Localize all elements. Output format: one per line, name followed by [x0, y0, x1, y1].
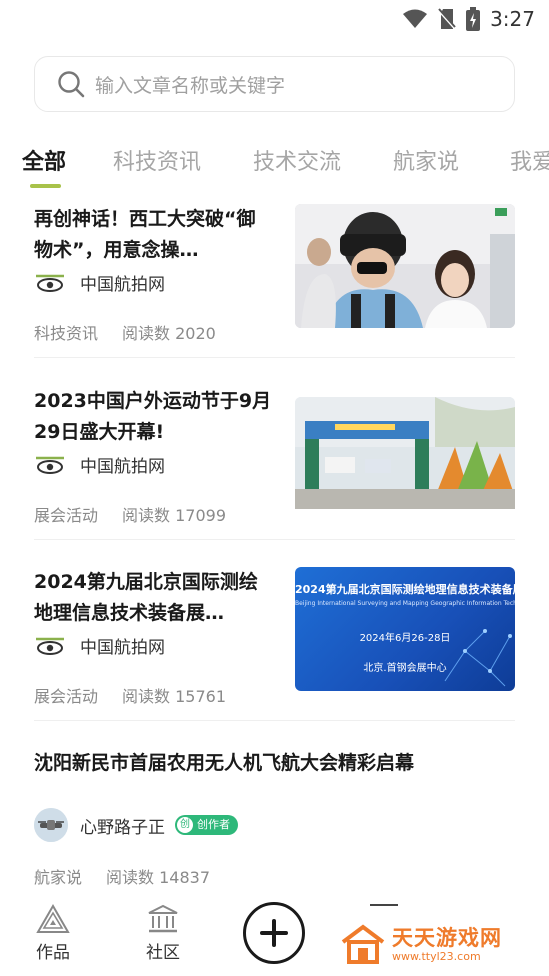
article-title: 2024第九届北京国际测绘地理信息技术装备展… [34, 571, 258, 624]
author-name: 心野路子正 [80, 817, 165, 838]
category-tabs: 全部 科技资讯 技术交流 航家说 我爱 [0, 138, 549, 198]
tab-tech-exchange[interactable]: 技术交流 [253, 144, 341, 176]
article-meta: 展会活动 阅读数 15761 [34, 683, 226, 707]
watermark-house-icon [341, 924, 385, 964]
search-icon [58, 71, 85, 98]
wifi-icon [403, 9, 428, 28]
article-item[interactable]: 再创神话！西工大突破“御物术”，用意念操… 中国航拍网 科技资讯 阅读数 202… [34, 204, 515, 358]
article-read-count: 阅读数 17099 [122, 506, 227, 525]
source-logo-icon [36, 274, 64, 292]
community-building-icon [148, 904, 178, 933]
article-source: 中国航拍网 [34, 633, 165, 658]
article-title: 再创神话！西工大突破“御物术”，用意念操… [34, 208, 256, 261]
article-category: 展会活动 [34, 687, 99, 706]
article-title: 2023中国户外运动节于9月29日盛大开幕! [34, 390, 272, 443]
nav-indicator [370, 904, 398, 906]
watermark-url: www.ttyl23.com [392, 949, 481, 963]
article-item[interactable]: 2024第九届北京国际测绘地理信息技术装备展… 2024第九届北京国际测绘地理信… [34, 567, 515, 721]
search-input[interactable]: 输入文章名称或关键字 [34, 56, 515, 112]
article-item[interactable]: 沈阳新民市首届农用无人机飞航大会精彩启幕 心野路子正 创创作者 航家说 阅读数 … [34, 748, 515, 888]
source-name: 中国航拍网 [80, 457, 165, 477]
article-source: 中国航拍网 [34, 270, 165, 295]
article-read-count: 阅读数 15761 [122, 687, 227, 706]
watermark-logo: 天天游戏网 www.ttyl23.com [340, 924, 502, 964]
search-placeholder: 输入文章名称或关键字 [95, 74, 286, 97]
works-triangle-icon [36, 904, 70, 933]
article-meta: 科技资讯 阅读数 2020 [34, 320, 216, 344]
article-title: 沈阳新民市首届农用无人机飞航大会精彩启幕 [34, 752, 415, 774]
no-sim-icon [438, 8, 456, 30]
article-thumbnail [295, 397, 515, 521]
nav-community[interactable]: 社区 [146, 904, 180, 963]
thumbnail-subline: Beijing International Surveying and Mapp… [295, 600, 515, 607]
nav-works-label: 作品 [36, 943, 70, 963]
watermark-title: 天天游戏网 [392, 925, 502, 950]
status-time: 3:27 [490, 7, 535, 31]
article-thumbnail [295, 204, 515, 328]
tab-tech-news[interactable]: 科技资讯 [113, 144, 201, 176]
source-logo-icon [36, 637, 64, 655]
source-name: 中国航拍网 [80, 275, 165, 295]
article-thumbnail: 2024第九届北京国际测绘地理信息技术装备展 Beijing Internati… [295, 567, 515, 691]
article-category: 展会活动 [34, 506, 99, 525]
battery-charging-icon [466, 7, 481, 31]
creator-badge-lead: 创 [177, 817, 193, 833]
article-read-count: 阅读数 2020 [122, 324, 216, 343]
article-source: 中国航拍网 [34, 452, 165, 477]
creator-badge: 创创作者 [175, 815, 238, 835]
status-bar: 3:27 [0, 0, 549, 38]
nav-works[interactable]: 作品 [36, 904, 70, 963]
tab-favorites[interactable]: 我爱 [510, 144, 549, 176]
source-name: 中国航拍网 [80, 638, 165, 658]
tab-active-indicator [30, 184, 61, 188]
add-button[interactable] [243, 902, 305, 964]
article-category: 科技资讯 [34, 324, 99, 343]
article-read-count: 阅读数 14837 [106, 868, 211, 887]
article-meta: 航家说 阅读数 14837 [34, 864, 210, 888]
article-item[interactable]: 2023中国户外运动节于9月29日盛大开幕! 中国航拍网 展会活动 阅读数 17… [34, 386, 515, 540]
thumbnail-headline: 2024第九届北京国际测绘地理信息技术装备展 [295, 583, 515, 596]
tab-pilot-talk[interactable]: 航家说 [393, 144, 459, 176]
avatar[interactable] [34, 808, 68, 842]
network-pattern-icon [444, 629, 512, 687]
source-logo-icon [36, 456, 64, 474]
status-icons: 3:27 [402, 7, 535, 31]
article-meta: 展会活动 阅读数 17099 [34, 502, 226, 526]
article-category: 航家说 [34, 868, 83, 887]
tab-all[interactable]: 全部 [22, 144, 66, 176]
nav-community-label: 社区 [146, 943, 180, 963]
article-author: 心野路子正 创创作者 [34, 808, 238, 842]
